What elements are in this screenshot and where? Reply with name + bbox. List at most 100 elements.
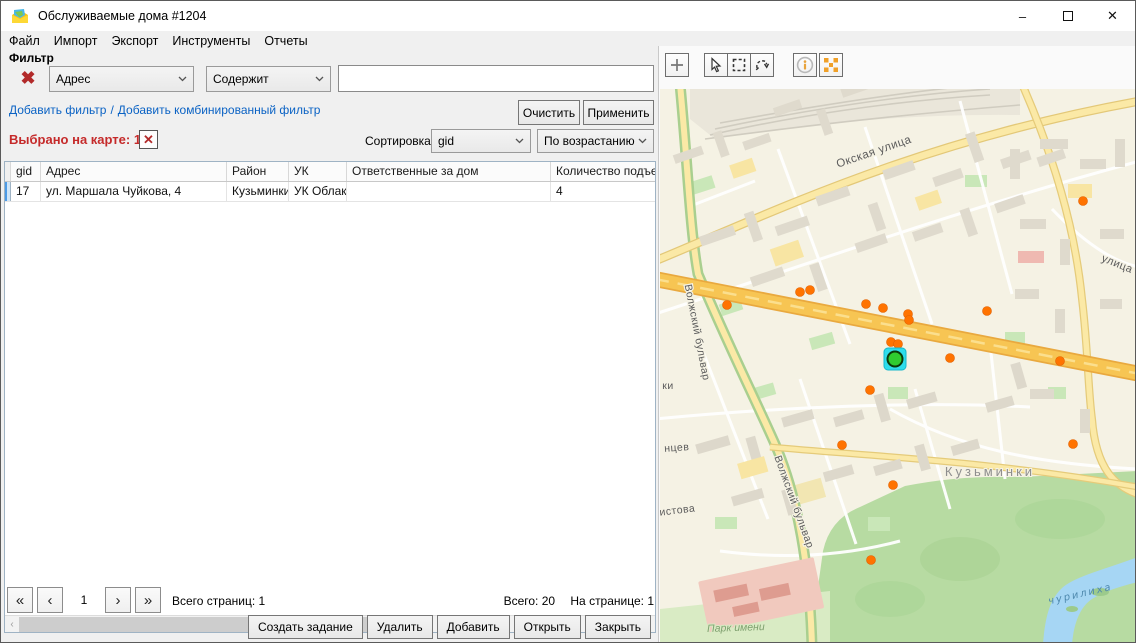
menu-item-0[interactable]: Файл xyxy=(9,34,40,48)
last-page-button[interactable]: » xyxy=(135,587,161,613)
house-dot[interactable] xyxy=(806,286,815,295)
chevron-left-icon: ‹ xyxy=(48,592,53,609)
table-body: 17ул. Маршала Чуйкова, 4КузьминкиУК Обла… xyxy=(5,182,655,202)
map-canvas[interactable]: Окская улицаулицаВолжский бульварВолжски… xyxy=(660,89,1136,643)
menu-item-1[interactable]: Импорт xyxy=(54,34,98,48)
filter-section-label: Фильтр xyxy=(9,51,54,65)
footer-buttons: Создать заданиеУдалитьДобавитьОткрытьЗак… xyxy=(1,615,651,639)
house-dot[interactable] xyxy=(1069,440,1078,449)
filter-operator-select[interactable]: Содержит xyxy=(206,66,331,92)
table-cell: 17 xyxy=(11,182,41,201)
column-header-0[interactable]: gid xyxy=(11,162,41,181)
footer-button-2[interactable]: Добавить xyxy=(437,615,510,639)
sort-field-select[interactable]: gid xyxy=(431,129,531,153)
sort-direction-value: По возрастанию xyxy=(544,134,635,148)
add-combined-filter-link[interactable]: Добавить комбинированный фильтр xyxy=(118,103,321,117)
filter-clear-icon[interactable]: ✖ xyxy=(17,67,39,89)
house-dot[interactable] xyxy=(946,354,955,363)
house-dot[interactable] xyxy=(866,386,875,395)
house-dot[interactable] xyxy=(723,301,732,310)
close-icon: ✕ xyxy=(143,132,154,148)
house-dot[interactable] xyxy=(796,288,805,297)
close-button[interactable]: ✕ xyxy=(1090,1,1135,31)
map-label: Кузьминки xyxy=(945,464,1035,479)
map-label: ки xyxy=(662,380,673,392)
cluster-select-icon[interactable] xyxy=(819,53,843,77)
minimize-button[interactable]: – xyxy=(1000,1,1045,31)
footer-button-0[interactable]: Создать задание xyxy=(248,615,363,639)
filter-field-select[interactable]: Адрес xyxy=(49,66,194,92)
house-dot[interactable] xyxy=(867,556,876,565)
menu-item-4[interactable]: Отчеты xyxy=(264,34,307,48)
column-header-2[interactable]: Район xyxy=(227,162,289,181)
pagination: « ‹ 1 › » Всего страниц: 1 Всего: 20 На … xyxy=(4,587,656,615)
chevron-down-icon xyxy=(315,76,324,82)
selected-house-marker[interactable] xyxy=(884,348,906,370)
chevron-down-icon xyxy=(515,138,524,144)
footer-button-1[interactable]: Удалить xyxy=(367,615,433,639)
column-header-4[interactable]: Ответственные за дом xyxy=(347,162,551,181)
column-header-5[interactable]: Количество подъездов xyxy=(551,162,656,181)
map-label: нцев xyxy=(664,441,690,455)
menu-item-2[interactable]: Экспорт xyxy=(111,34,158,48)
info-icon[interactable] xyxy=(793,53,817,77)
clear-button[interactable]: Очистить xyxy=(518,100,580,125)
menu-bar: Файл Импорт Экспорт Инструменты Отчеты xyxy=(1,31,658,51)
maximize-button[interactable] xyxy=(1045,1,1090,31)
double-chevron-left-icon: « xyxy=(16,592,24,609)
app-window: Обслуживаемые дома #1204 – ✕ Файл Импорт Э… xyxy=(0,0,1136,643)
apply-button[interactable]: Применить xyxy=(583,100,654,125)
selected-on-map-label: Выбрано на карте: 1 xyxy=(9,132,141,147)
lasso-select-icon[interactable] xyxy=(750,53,774,77)
chevron-down-icon xyxy=(178,76,187,82)
house-dot[interactable] xyxy=(894,340,903,349)
menu-item-3[interactable]: Инструменты xyxy=(172,34,250,48)
title-bar: Обслуживаемые дома #1204 – ✕ xyxy=(1,1,1135,31)
house-dot[interactable] xyxy=(1056,357,1065,366)
footer-button-4[interactable]: Закрыть xyxy=(585,615,651,639)
house-dot[interactable] xyxy=(879,304,888,313)
table-row[interactable]: 17ул. Маршала Чуйкова, 4КузьминкиУК Обла… xyxy=(5,182,655,202)
total-pages-label: Всего страниц: 1 xyxy=(172,594,265,608)
column-header-3[interactable]: УК xyxy=(289,162,347,181)
house-dot[interactable] xyxy=(889,481,898,490)
chevron-down-icon xyxy=(638,138,647,144)
houses-table: gidАдресРайонУКОтветственные за домКолич… xyxy=(4,161,656,633)
cursor-select-icon[interactable] xyxy=(704,53,728,77)
sort-direction-select[interactable]: По возрастанию xyxy=(537,129,654,153)
chevron-right-icon: › xyxy=(116,592,121,609)
total-records-label: Всего: 20 xyxy=(504,594,555,608)
map-toolbar xyxy=(659,46,1136,89)
rect-select-icon[interactable] xyxy=(727,53,751,77)
house-dot[interactable] xyxy=(838,441,847,450)
filter-field-value: Адрес xyxy=(56,72,90,86)
table-header: gidАдресРайонУКОтветственные за домКолич… xyxy=(5,162,655,182)
table-cell: УК Облака xyxy=(289,182,347,201)
window-title: Обслуживаемые дома #1204 xyxy=(38,9,206,23)
next-page-button[interactable]: › xyxy=(105,587,131,613)
prev-page-button[interactable]: ‹ xyxy=(37,587,63,613)
filter-links: Добавить фильтр/Добавить комбинированный… xyxy=(9,103,320,117)
selection-clear-button[interactable]: ✕ xyxy=(139,130,158,149)
table-cell xyxy=(347,182,551,201)
footer-button-3[interactable]: Открыть xyxy=(514,615,581,639)
table-cell: ул. Маршала Чуйкова, 4 xyxy=(41,182,227,201)
house-dot[interactable] xyxy=(983,307,992,316)
table-cell: Кузьминки xyxy=(227,182,289,201)
first-page-button[interactable]: « xyxy=(7,587,33,613)
sort-field-value: gid xyxy=(438,134,454,148)
records-panel: Фильтр ✖ Адрес Содержит Добавить фильтр/… xyxy=(1,51,658,643)
table-cell: 4 xyxy=(551,182,656,201)
column-header-1[interactable]: Адрес xyxy=(41,162,227,181)
house-dot[interactable] xyxy=(862,300,871,309)
map-panel: Окская улицаулицаВолжский бульварВолжски… xyxy=(658,46,1136,643)
filter-operator-value: Содержит xyxy=(213,72,269,86)
sorting-label: Сортировка xyxy=(365,134,431,148)
crosshair-icon[interactable] xyxy=(665,53,689,77)
map-svg: Окская улицаулицаВолжский бульварВолжски… xyxy=(660,89,1136,643)
filter-value-input[interactable] xyxy=(338,65,654,92)
current-page: 1 xyxy=(70,593,98,607)
add-filter-link[interactable]: Добавить фильтр xyxy=(9,103,106,117)
house-dot[interactable] xyxy=(905,316,914,325)
house-dot[interactable] xyxy=(1079,197,1088,206)
